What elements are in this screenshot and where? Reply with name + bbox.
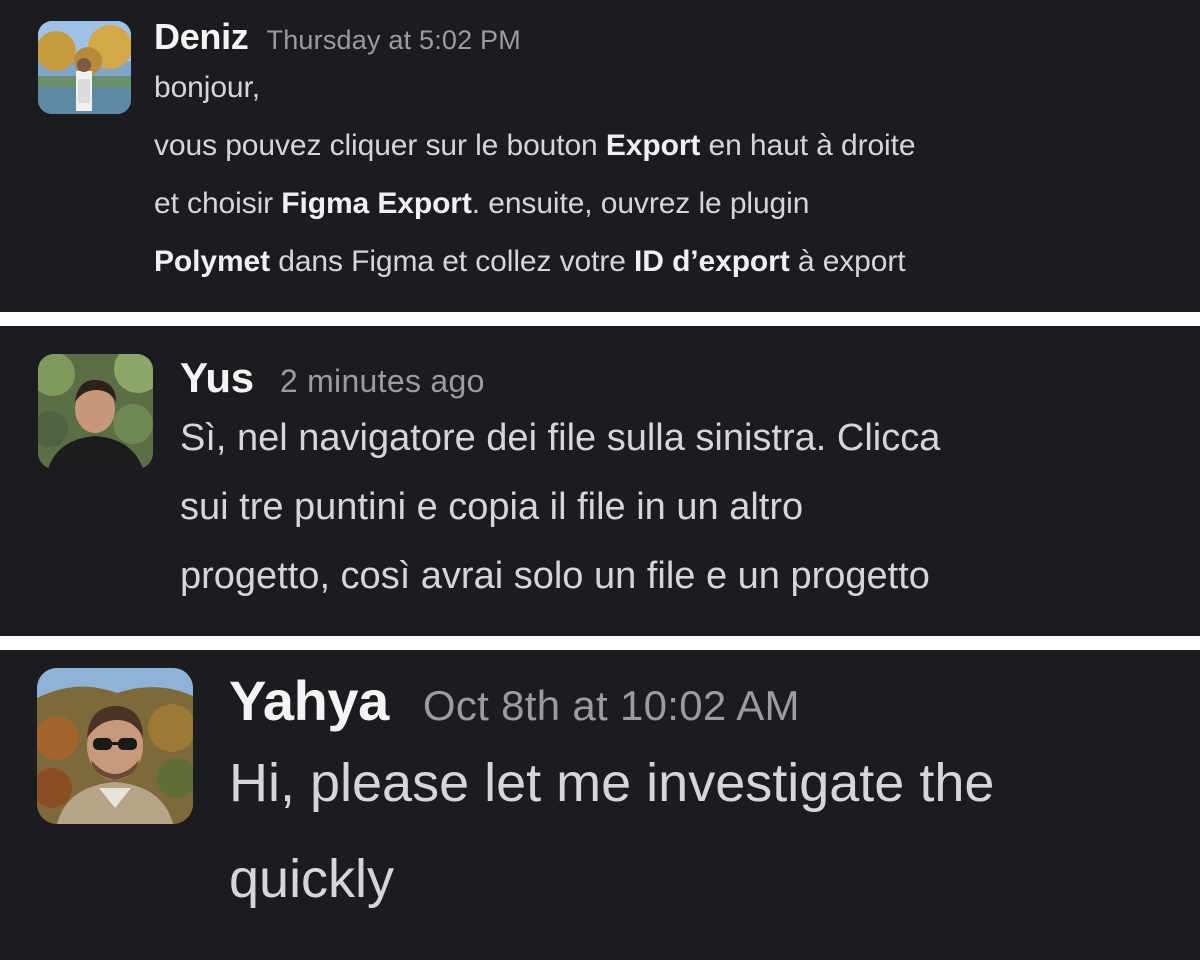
message-line: quickly [229, 849, 395, 909]
message-line: Sì, nel navigatore dei file sulla sinist… [180, 417, 941, 459]
message-header: Yus 2 minutes ago [180, 354, 1200, 402]
avatar-photo-yus [38, 354, 153, 469]
message-text: . ensuite, ouvrez le plugin [471, 187, 810, 220]
message-text: dans Figma et collez votre [270, 245, 635, 278]
author-name[interactable]: Deniz [154, 16, 249, 57]
message-line: Hi, please let me investigate the [229, 753, 995, 813]
message-line: bonjour, [154, 71, 260, 104]
message-panel-yahya: Yahya Oct 8th at 10:02 AM Hi, please let … [0, 650, 1200, 960]
bold-text: Polymet [154, 245, 271, 278]
message-panel-yus: Yus 2 minutes ago Sì, nel navigatore dei … [0, 326, 1200, 636]
message-header: Yahya Oct 8th at 10:02 AM [229, 668, 1200, 733]
timestamp[interactable]: Thursday at 5:02 PM [267, 25, 521, 55]
message-body: bonjour, vous pouvez cliquer sur le bout… [154, 59, 1200, 291]
message-panel-deniz: Deniz Thursday at 5:02 PM bonjour, vous p… [0, 0, 1200, 312]
message-body: Sì, nel navigatore dei file sulla sinist… [180, 404, 1200, 611]
author-name[interactable]: Yahya [229, 669, 389, 732]
avatar[interactable] [38, 354, 153, 469]
timestamp[interactable]: 2 minutes ago [280, 363, 485, 399]
bold-text: Export [605, 129, 701, 162]
bold-text: Figma Export [281, 187, 472, 220]
avatar-photo-deniz [38, 21, 131, 114]
message: Yahya Oct 8th at 10:02 AM Hi, please let … [229, 668, 1200, 927]
message-text: et choisir [154, 187, 282, 220]
message-text: en haut à droite [700, 129, 916, 162]
author-name[interactable]: Yus [180, 354, 254, 401]
message-text: à export [789, 245, 906, 278]
timestamp[interactable]: Oct 8th at 10:02 AM [423, 682, 800, 729]
message-header: Deniz Thursday at 5:02 PM [154, 16, 1200, 58]
avatar[interactable] [37, 668, 193, 824]
message-line: sui tre puntini e copia il file in un al… [180, 486, 804, 528]
message-line: progetto, così avrai solo un file e un p… [180, 555, 930, 597]
message: Yus 2 minutes ago Sì, nel navigatore dei … [180, 354, 1200, 611]
avatar[interactable] [38, 21, 131, 114]
message-text: vous pouvez cliquer sur le bouton [154, 129, 606, 162]
bold-text: ID d’export [634, 245, 790, 278]
message-body: Hi, please let me investigate the quickl… [229, 735, 1200, 927]
avatar-photo-yahya [37, 668, 193, 824]
message: Deniz Thursday at 5:02 PM bonjour, vous p… [154, 16, 1200, 291]
